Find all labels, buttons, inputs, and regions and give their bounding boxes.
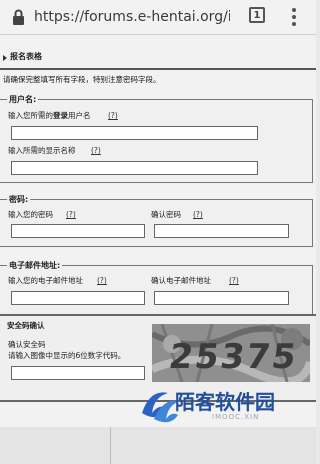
confirm-email-label: 确认电子邮件地址 <box>151 276 211 285</box>
login-name-help-link[interactable]: (?) <box>108 110 118 121</box>
email-label: 输入您的电子邮件地址 <box>8 276 83 285</box>
divider <box>0 68 316 70</box>
password-input[interactable] <box>11 224 145 238</box>
display-name-label: 输入所需的显示名称 <box>8 146 76 155</box>
password-help-link[interactable]: (?) <box>66 209 76 220</box>
section-title: 报名表格 <box>10 52 42 61</box>
captcha-legend: 安全码确认 <box>7 321 45 330</box>
lock-icon <box>13 9 24 25</box>
password-label: 输入您的密码 <box>8 210 53 219</box>
login-name-input[interactable] <box>11 126 258 140</box>
watermark-subtitle: IMOOC.XIN <box>212 413 260 421</box>
tab-switcher-button[interactable]: 1 <box>249 7 265 23</box>
address-bar[interactable]: https://forums.e-hentai.org/ir <box>34 7 230 27</box>
username-section: 用户名: 输入您所需的登录用户名 (?) 输入所需的显示名称 (?) <box>0 94 313 183</box>
password-legend: 密码: <box>7 194 31 205</box>
username-legend: 用户名: <box>7 94 39 105</box>
section-header: 报名表格 <box>0 49 316 65</box>
confirm-password-help-link[interactable]: (?) <box>193 209 203 220</box>
login-name-label: 输入您所需的登录用户名 <box>8 111 91 120</box>
captcha-noise: 25375 <box>152 324 310 382</box>
confirm-password-input[interactable] <box>154 224 289 238</box>
watermark-brand: 陌客软件园 <box>175 390 275 414</box>
confirm-email-input[interactable] <box>154 291 289 305</box>
display-name-help-link[interactable]: (?) <box>91 145 101 156</box>
form-notice: 请确保完整填写所有字段，特别注意密码字段。 <box>3 75 161 84</box>
email-help-link[interactable]: (?) <box>97 275 107 286</box>
overflow-menu-icon[interactable] <box>292 8 296 26</box>
email-legend: 电子邮件地址: <box>7 260 63 271</box>
email-section: 电子邮件地址: 输入您的电子邮件地址 (?) 确认电子邮件地址 (?) <box>0 260 313 320</box>
captcha-image: 25375 <box>152 324 310 382</box>
divider <box>110 427 111 464</box>
display-name-input[interactable] <box>11 161 258 175</box>
captcha-input[interactable] <box>11 366 145 380</box>
footer-area <box>0 427 316 464</box>
confirm-password-label: 确认密码 <box>151 210 181 219</box>
email-input[interactable] <box>11 291 145 305</box>
captcha-instructions: 请输入图像中显示的6位数字代码。 <box>8 351 126 360</box>
captcha-label: 确认安全码 <box>8 340 46 349</box>
confirm-email-help-link[interactable]: (?) <box>229 275 239 286</box>
captcha-code: 25375 <box>167 337 301 377</box>
password-section: 密码: 输入您的密码 (?) 确认密码 (?) <box>0 194 313 247</box>
triangle-right-icon <box>3 55 7 61</box>
browser-toolbar: https://forums.e-hentai.org/ir 1 <box>0 0 316 35</box>
